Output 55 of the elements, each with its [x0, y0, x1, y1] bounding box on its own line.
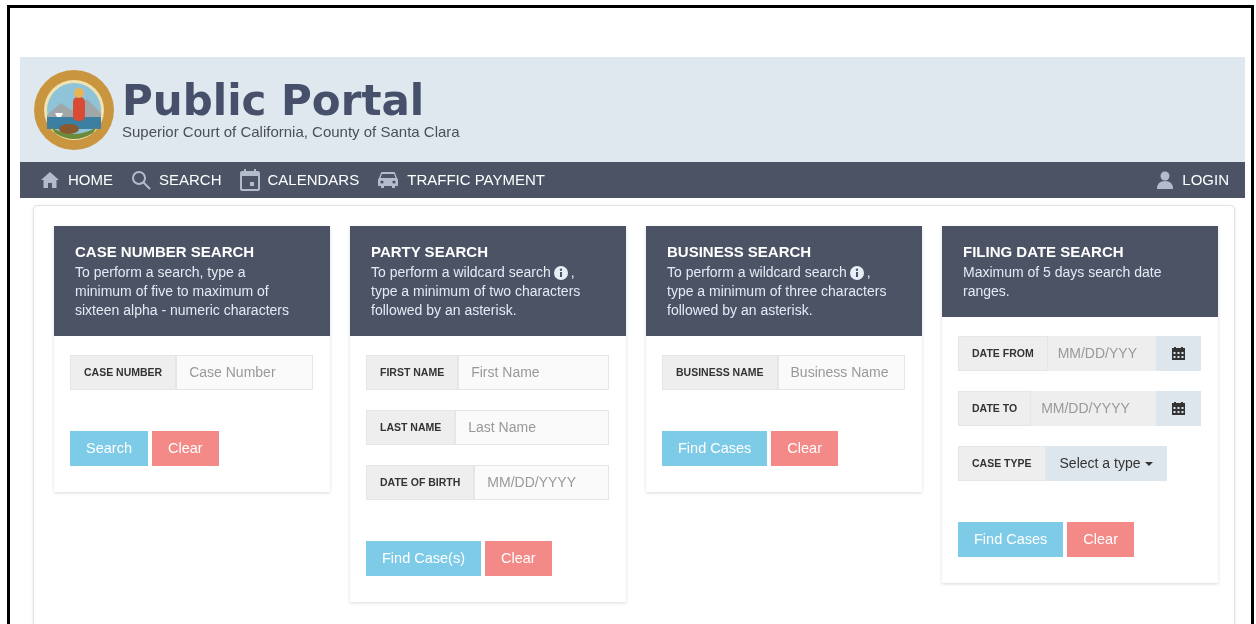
description-text: ,	[570, 263, 575, 282]
caret-icon	[1145, 461, 1154, 466]
search-button[interactable]: Find Cases	[958, 522, 1064, 557]
nav-link[interactable]: HOME	[40, 168, 113, 192]
calendar-button[interactable]	[1156, 336, 1201, 371]
input-field[interactable]: MM/DD/YYYY	[474, 465, 609, 500]
field-label: DATE OF BIRTH	[366, 465, 475, 500]
card-title: PARTY SEARCH	[371, 242, 489, 261]
field-label: CASE NUMBER	[70, 355, 177, 390]
description-text: Maximum of 5 days search date ranges.	[963, 263, 1163, 301]
description-text: To perform a wildcard search	[667, 263, 847, 282]
search-button[interactable]: Find Case(s)	[366, 541, 481, 576]
description-text: type a minimum of two characters followed by an asterisk.	[371, 282, 582, 320]
nav-link[interactable]: TRAFFIC PAYMENT	[377, 168, 545, 192]
calendar-button[interactable]	[1156, 391, 1201, 426]
date-field[interactable]: MM/DD/YYYY	[1031, 391, 1156, 426]
calendar-icon	[1172, 402, 1185, 415]
description-text: type a minimum of three characters followed by an asterisk.	[667, 282, 888, 320]
type-dropdown[interactable]: Select a type	[1045, 446, 1168, 481]
input-field[interactable]: Last Name	[455, 410, 609, 445]
description-text: ,	[866, 263, 871, 282]
clear-button[interactable]: Clear	[771, 431, 838, 466]
search-icon	[131, 170, 151, 190]
date-field[interactable]: MM/DD/YYY	[1047, 336, 1156, 371]
field-label: DATE FROM	[958, 336, 1048, 371]
input-field[interactable]: First Name	[458, 355, 609, 390]
input-field[interactable]: Business Name	[777, 355, 905, 390]
portal-subtitle: Superior Court of California, County of Santa Clara	[122, 122, 460, 141]
nav-link[interactable]: SEARCH	[131, 168, 222, 192]
description-text: To perform a search, type a minimum of five to maximum of sixteen alpha - numeric characters	[75, 263, 290, 320]
portal-title: Public Portal	[122, 78, 426, 123]
clear-button[interactable]: Clear	[151, 431, 219, 466]
user-icon	[1156, 171, 1175, 189]
search-button[interactable]: Find Cases	[662, 431, 768, 466]
nav-link[interactable]: CALENDARS	[239, 168, 360, 192]
info-icon	[849, 265, 864, 280]
calendar-icon	[1172, 347, 1185, 360]
card-title: CASE NUMBER SEARCH	[75, 242, 256, 261]
car-icon	[377, 171, 400, 189]
field-label: LAST NAME	[366, 410, 456, 445]
field-label: BUSINESS NAME	[662, 355, 778, 390]
login-link[interactable]: LOGIN	[1156, 168, 1229, 192]
search-button[interactable]: Search	[70, 431, 148, 466]
info-icon	[553, 265, 568, 280]
input-field[interactable]: Case Number	[176, 355, 313, 390]
clear-button[interactable]: Clear	[1067, 522, 1134, 557]
clear-button[interactable]: Clear	[485, 541, 552, 576]
field-label: DATE TO	[958, 391, 1032, 426]
calendar-icon	[239, 169, 260, 191]
field-label: FIRST NAME	[366, 355, 459, 390]
field-label: CASE TYPE	[958, 446, 1046, 481]
home-icon	[40, 171, 60, 189]
card-title: BUSINESS SEARCH	[667, 242, 813, 261]
description-text: To perform a wildcard search	[371, 263, 551, 282]
card-title: FILING DATE SEARCH	[963, 242, 1125, 261]
